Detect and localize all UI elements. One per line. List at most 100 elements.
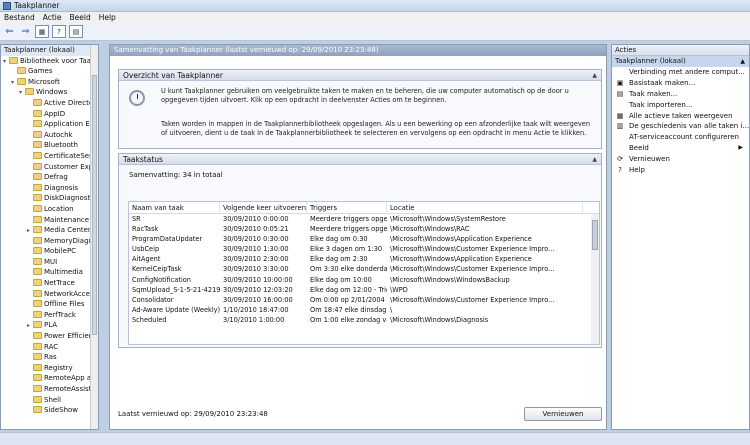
tree-item[interactable]: MUI [1,257,98,268]
table-row[interactable]: AitAgent 30/09/2010 2:30:00 Elke dag om 2:… [129,254,599,264]
folder-icon [33,332,42,340]
table-row[interactable]: RacTask 30/09/2010 0:05:21 Meerdere trigge… [129,224,599,234]
tree-item[interactable]: Registry [1,363,98,374]
back-arrow-icon[interactable]: ⇐ [3,25,16,38]
action-item[interactable]: ▤ Taak maken... [612,89,749,100]
action-icon: ▥ [616,122,624,131]
tree-item[interactable]: Diagnosis [1,183,98,194]
action-label: Beeld [629,144,649,153]
tree-item[interactable]: ▸ Media Center [1,225,98,236]
table-row[interactable]: Consolidator 30/09/2010 16:00:00 Om 0:00 o… [129,295,599,305]
tree-item[interactable]: Power Efficienc [1,331,98,342]
tree-item[interactable]: AppID [1,109,98,120]
show-hide-console-tree-icon[interactable]: ▦ [35,25,49,38]
help-icon[interactable]: ? [52,25,66,38]
tree-item[interactable]: ▸ PLA [1,320,98,331]
tree-item[interactable]: Autochk [1,130,98,141]
overview-header[interactable]: Overzicht van Taakplanner ▲ [119,70,601,81]
table-cell: \Microsoft\Windows\Customer Experience I… [390,295,555,304]
task-status-header[interactable]: Taakstatus ▲ [119,154,601,165]
menu-actie[interactable]: Actie [43,13,62,22]
table-row[interactable]: SqmUpload_S-1-5-21-4219658025-...30/09/2… [129,285,599,295]
menu-help[interactable]: Help [99,13,116,22]
tree-item[interactable]: PerfTrack [1,310,98,321]
tree-item[interactable]: Location [1,204,98,215]
tree-item[interactable]: DiskDiagnostic [1,193,98,204]
action-item[interactable]: ⟳ Vernieuwen [612,154,749,165]
col-header[interactable]: Triggers [307,202,387,213]
console-tree: Taakplanner (lokaal) ▾ Bibliotheek voor T… [0,44,99,430]
tree-item[interactable]: MemoryDiagno [1,236,98,247]
action-item[interactable]: ? Help [612,165,749,176]
table-cell: 30/09/2010 16:00:00 [223,295,293,304]
forward-arrow-icon[interactable]: ⇒ [19,25,32,38]
tree-item[interactable]: Application Exp [1,119,98,130]
table-cell: Om 1:00 elke zondag va... [310,315,387,324]
action-item[interactable]: Verbinding met andere comput... [612,67,749,78]
collapse-icon[interactable]: ▲ [592,154,597,165]
table-row[interactable]: Scheduled 3/10/2010 1:00:00 Om 1:00 elke z… [129,315,599,325]
table-row[interactable]: ConfigNotification 30/09/2010 10:00:00 Elk… [129,275,599,285]
col-header[interactable]: Naam van taak [129,202,220,213]
tree-item[interactable]: Shell [1,395,98,406]
tree-item-root[interactable]: Taakplanner (lokaal) [1,45,98,56]
tree-item[interactable]: NetworkAccess [1,289,98,300]
tree-item-label: Maintenance [44,215,90,224]
table-row[interactable]: SR 30/09/2010 0:00:00 Meerdere triggers op… [129,214,599,224]
tree-item[interactable]: Ras [1,352,98,363]
toolbar: ⇐ ⇒ ▦ ? ▤ [0,23,750,41]
folder-icon [33,395,42,403]
tree-item[interactable]: CertificateServi [1,151,98,162]
collapse-icon[interactable]: ▲ [740,56,745,67]
tree-item[interactable]: RemoteAssistar [1,384,98,395]
tree-item[interactable]: Defrag [1,172,98,183]
col-header[interactable]: Volgende keer uitvoeren [220,202,307,213]
col-header[interactable]: Locatie [387,202,583,213]
actions-title: Acties [612,45,749,56]
folder-icon [17,77,26,85]
action-icon [616,102,624,109]
tree-item[interactable]: SideShow [1,405,98,416]
action-item[interactable]: AT-serviceaccount configureren [612,132,749,143]
tree-item[interactable]: Bluetooth [1,140,98,151]
action-item[interactable]: ▣ Basistaak maken... [612,78,749,89]
tree-item-library[interactable]: ▾Bibliotheek voor Taakplanner [1,56,98,67]
tree-item-label: Ras [44,353,57,362]
table-row[interactable]: UsbCeip 30/09/2010 1:30:00 Elke 3 dagen om… [129,244,599,254]
action-icon [616,145,624,152]
tree-item[interactable]: Customer Expe [1,162,98,173]
tree-item[interactable]: Games [1,66,98,77]
action-icon [616,69,624,76]
refresh-button[interactable]: Vernieuwen [524,407,602,421]
menu-beeld[interactable]: Beeld [69,13,90,22]
folder-icon [9,56,18,64]
collapse-icon[interactable]: ▲ [592,70,597,81]
menu-bestand[interactable]: Bestand [4,13,35,22]
tree-item[interactable]: Active Directory [1,98,98,109]
tree-item[interactable]: ▾ Windows [1,87,98,98]
tree-item-label: Multimedia [44,268,83,277]
tree-item[interactable]: Maintenance [1,215,98,226]
table-row[interactable]: Ad-Aware Update (Weekly) 1/10/2010 18:47:… [129,305,599,315]
tree-item[interactable]: RAC [1,342,98,353]
action-item[interactable]: Beeld ▶ [612,143,749,154]
action-item[interactable]: Taak importeren... [612,100,749,111]
show-hide-action-pane-icon[interactable]: ▤ [69,25,83,38]
table-row[interactable]: ProgramDataUpdater 30/09/2010 0:30:00 Elke… [129,234,599,244]
table-scrollbar[interactable] [591,214,599,344]
tree-scrollbar[interactable] [90,45,98,429]
folder-icon [33,289,42,297]
status-bar [0,432,750,445]
tree-item[interactable]: ▾ Microsoft [1,77,98,88]
action-item[interactable]: ▦ Alle actieve taken weergeven [612,111,749,122]
table-cell: \ [390,305,393,314]
tree-item[interactable]: MobilePC [1,246,98,257]
actions-subtitle[interactable]: Taakplanner (lokaal) ▲ [612,56,749,67]
folder-icon [33,353,42,361]
tree-item[interactable]: NetTrace [1,278,98,289]
action-item[interactable]: ▥ De geschiedenis van alle taken i... [612,121,749,132]
tree-item[interactable]: Offline Files [1,299,98,310]
tree-item[interactable]: RemoteApp and [1,373,98,384]
tree-item[interactable]: Multimedia [1,267,98,278]
table-row[interactable]: KernelCeipTask 30/09/2010 3:30:00 Om 3:30 … [129,264,599,274]
